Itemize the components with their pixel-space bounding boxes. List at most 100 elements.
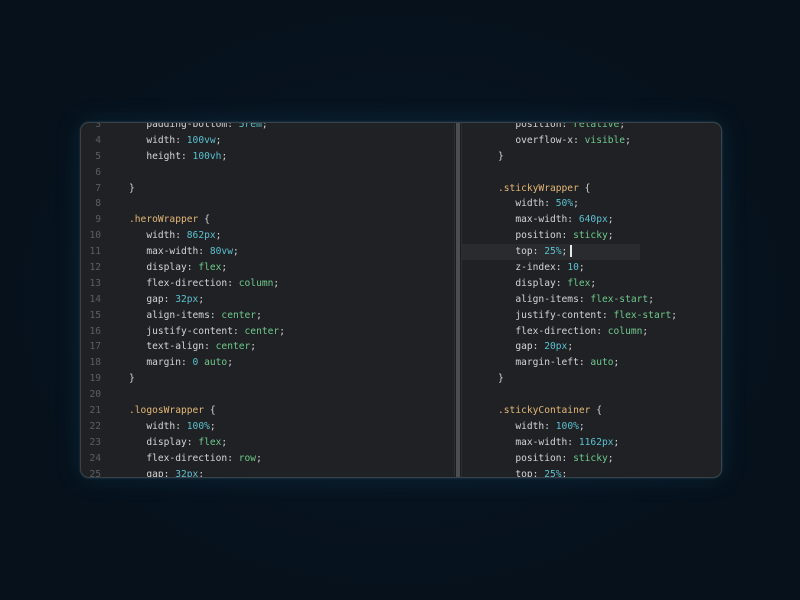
code-token-punct: ; xyxy=(221,150,228,162)
code-text: top: 25%; xyxy=(498,467,567,477)
code-text: } xyxy=(498,149,504,165)
line-number: 22 xyxy=(89,420,101,432)
code-token-punct: { xyxy=(578,182,591,194)
code-token-punct: ; xyxy=(273,277,280,289)
code-token-punct: ; xyxy=(221,436,228,448)
code-token-punct: ; xyxy=(215,134,222,146)
code-line-active[interactable]: 11 top: 25%; xyxy=(462,244,640,261)
code-line[interactable]: 22 width: 100%; xyxy=(462,419,640,435)
code-line[interactable]: 19} xyxy=(462,371,640,387)
code-line[interactable]: 19} xyxy=(81,371,454,387)
code-token-prop: height: xyxy=(146,150,193,162)
code-line[interactable]: 23 display: flex; xyxy=(81,435,454,451)
code-token-sel: .stickyContainer xyxy=(498,405,591,417)
line-number: 12 xyxy=(89,262,101,274)
code-token-num: 100% xyxy=(555,420,579,432)
code-token-prop: padding-bottom: xyxy=(146,123,239,130)
code-line[interactable]: 7.stickyWrapper { xyxy=(462,181,640,197)
code-text: width: 100vw; xyxy=(129,133,221,149)
code-token-punct: ; xyxy=(613,357,620,369)
code-text: width: 100%; xyxy=(498,419,584,435)
code-line[interactable]: 23 max-width: 1162px; xyxy=(462,435,640,451)
code-text: .stickyWrapper { xyxy=(498,181,590,197)
code-line[interactable]: 10 width: 862px; xyxy=(81,228,454,244)
code-token-num: 32px xyxy=(175,293,199,305)
code-line[interactable]: 3 position: relative; xyxy=(462,123,640,133)
code-token-punct: ; xyxy=(613,436,620,448)
code-token-sel: .heroWrapper xyxy=(129,214,199,226)
code-token-punct: } xyxy=(129,373,135,385)
code-line[interactable]: 4 width: 100vw; xyxy=(81,133,454,149)
code-token-kw: sticky xyxy=(573,452,608,464)
code-line[interactable]: 13 display: flex; xyxy=(462,276,640,292)
code-line[interactable]: 14 gap: 32px; xyxy=(81,292,454,308)
code-line[interactable]: 24 position: sticky; xyxy=(462,451,640,467)
code-line[interactable]: 15 justify-content: flex-start; xyxy=(462,308,677,324)
code-line[interactable]: 12 z-index: 10; xyxy=(462,260,640,276)
code-token-num: 25% xyxy=(544,468,562,477)
code-text: align-items: center; xyxy=(129,308,262,324)
code-token-punct: { xyxy=(590,405,602,417)
desktop-background: 3 padding-bottom: 5rem; 4 width: 100vw; 5 … xyxy=(0,0,800,600)
code-text: justify-content: center; xyxy=(129,324,285,340)
code-token-prop: flex-direction: xyxy=(515,325,608,337)
code-text: width: 100%; xyxy=(129,419,215,435)
code-line[interactable]: 6 xyxy=(462,165,640,181)
code-line[interactable]: 25 gap: 32px; xyxy=(81,467,454,477)
code-line[interactable]: 5 height: 100vh; xyxy=(81,149,454,165)
code-text: text-align: center; xyxy=(129,339,256,355)
code-line[interactable]: 18 margin: 0 auto; xyxy=(81,355,454,371)
code-line[interactable]: 7} xyxy=(81,181,454,197)
code-line[interactable]: 17 text-align: center; xyxy=(81,339,454,355)
code-line[interactable]: 9 .heroWrapper { xyxy=(81,212,454,228)
code-line[interactable]: 10 position: sticky; xyxy=(462,228,640,244)
line-number: 11 xyxy=(89,246,101,258)
code-line[interactable]: 8 width: 50%; xyxy=(462,196,640,212)
code-line[interactable]: 6 xyxy=(81,165,454,181)
code-token-prop: position: xyxy=(515,123,574,130)
code-line[interactable]: 14 align-items: flex-start; xyxy=(462,292,654,308)
code-line[interactable]: 16 flex-direction: column; xyxy=(462,324,648,340)
code-token-kw: flex xyxy=(198,262,222,274)
code-line[interactable]: 13 flex-direction: column; xyxy=(81,276,454,292)
code-text: gap: 32px; xyxy=(129,292,204,308)
code-line[interactable]: 20 xyxy=(81,387,454,403)
code-line[interactable]: 22 width: 100%; xyxy=(81,419,454,435)
line-number: 17 xyxy=(89,341,101,353)
code-line[interactable]: 8 xyxy=(81,196,454,212)
code-area-right[interactable]: 3 position: relative;4 overflow-x: visib… xyxy=(462,123,677,477)
code-line[interactable]: 16 justify-content: center; xyxy=(81,324,454,340)
code-line[interactable]: 12 display: flex; xyxy=(81,260,454,276)
code-area-left[interactable]: 3 padding-bottom: 5rem; 4 width: 100vw; 5 … xyxy=(81,123,454,477)
code-text: margin: 0 auto; xyxy=(129,355,233,371)
code-text: position: sticky; xyxy=(498,228,614,244)
code-line[interactable]: 21 .logosWrapper { xyxy=(81,403,454,419)
pane-divider[interactable] xyxy=(454,123,462,477)
code-line[interactable]: 17 gap: 20px; xyxy=(462,339,640,355)
code-token-punct: ; xyxy=(648,293,654,305)
code-line[interactable]: 5} xyxy=(462,149,640,165)
code-line[interactable]: 18 margin-left: auto; xyxy=(462,355,640,371)
divider-handle[interactable] xyxy=(456,123,460,477)
code-text: gap: 32px; xyxy=(129,467,204,477)
code-line[interactable]: 4 overflow-x: visible; xyxy=(462,133,640,149)
code-token-punct: ; xyxy=(607,230,614,242)
code-line[interactable]: 9 max-width: 640px; xyxy=(462,212,640,228)
code-line[interactable]: 21.stickyContainer { xyxy=(462,403,640,419)
code-line[interactable]: 20 xyxy=(462,387,640,403)
editor-pane-left[interactable]: 3 padding-bottom: 5rem; 4 width: 100vw; 5 … xyxy=(81,123,454,477)
code-line[interactable]: 11 max-width: 80vw; xyxy=(81,244,454,260)
code-token-prop: max-width: xyxy=(515,214,579,226)
code-line[interactable]: 24 flex-direction: row; xyxy=(81,451,454,467)
code-token-punct: ; xyxy=(279,325,285,337)
code-token-kw: flex xyxy=(567,277,591,289)
code-token-num: 50% xyxy=(555,198,574,210)
line-number: 19 xyxy=(89,373,101,385)
code-text: gap: 20px; xyxy=(498,339,573,355)
code-line[interactable]: 15 align-items: center; xyxy=(81,308,454,324)
code-text: max-width: 80vw; xyxy=(129,244,238,260)
code-line[interactable]: 3 padding-bottom: 5rem; xyxy=(81,123,454,133)
code-line[interactable]: 25 top: 25%; xyxy=(462,467,640,477)
editor-pane-right[interactable]: 3 position: relative;4 overflow-x: visib… xyxy=(462,123,721,477)
code-token-punct: ; xyxy=(619,123,626,130)
